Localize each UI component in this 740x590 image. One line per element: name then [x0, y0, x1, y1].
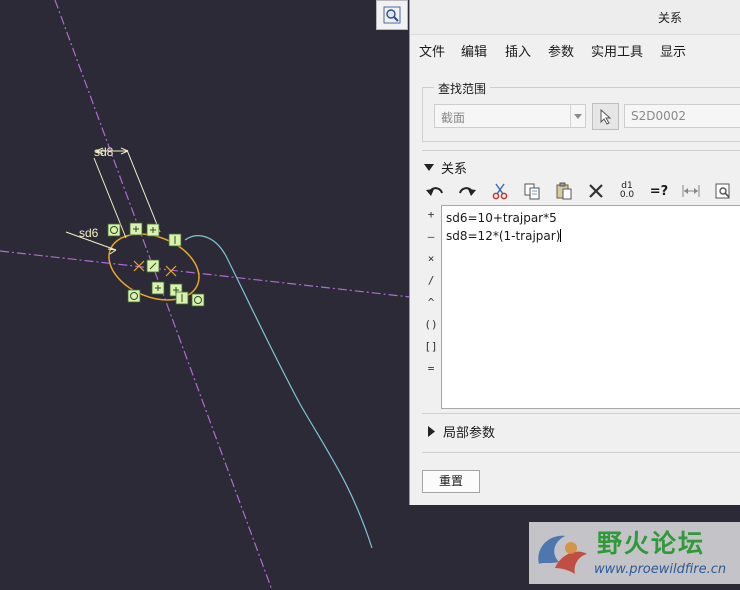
menu-insert[interactable]: 插入	[505, 41, 531, 60]
divider	[422, 413, 740, 414]
menu-utilities[interactable]: 实用工具	[591, 41, 643, 60]
magnifier-icon	[383, 6, 401, 24]
relation-line: sd6=10+trajpar*5	[446, 209, 737, 227]
operator-power[interactable]: ^	[424, 296, 438, 309]
dialog-title: 关系	[658, 11, 683, 25]
copy-icon	[524, 183, 540, 200]
zoom-button[interactable]	[376, 0, 408, 30]
delete-button[interactable]	[585, 180, 607, 202]
relations-section-label: 关系	[441, 162, 468, 177]
operator-minus[interactable]: –	[424, 230, 438, 243]
dimension-sd6-label[interactable]: sd6	[79, 227, 98, 239]
watermark-title: 野火论坛	[597, 529, 706, 558]
divider	[422, 150, 740, 151]
scope-dropdown[interactable]: 截面	[434, 104, 586, 128]
menu-display[interactable]: 显示	[660, 41, 686, 60]
chevron-down-icon	[570, 105, 585, 127]
operator-equals[interactable]: =	[424, 362, 438, 375]
relations-editor[interactable]: sd6=10+trajpar*5 sd8=12*(1-trajpar)	[441, 205, 740, 409]
close-icon	[589, 184, 603, 198]
select-item-button[interactable]	[592, 103, 619, 130]
menu-bar: 文件 编辑 插入 参数 实用工具 显示	[410, 35, 740, 63]
operator-multiply[interactable]: ×	[424, 252, 438, 265]
dialog-titlebar[interactable]: 关系	[410, 0, 740, 35]
operator-plus[interactable]: +	[424, 208, 438, 221]
paste-icon	[556, 182, 572, 200]
switch-dim-bottom-label: 0.0	[619, 190, 635, 200]
switch-dimensions-button[interactable]: d1 0.0	[616, 180, 638, 202]
relations-dialog: 关系 文件 编辑 插入 参数 实用工具 显示 查找范围 截面 S2D0002 关…	[409, 0, 740, 505]
verify-relations-button[interactable]: =?	[648, 180, 670, 202]
evaluate-icon	[715, 183, 730, 199]
undo-icon	[426, 187, 443, 196]
paste-button[interactable]	[553, 180, 575, 202]
cursor-arrow-icon	[600, 108, 611, 125]
centerline-diagonal	[54, 0, 273, 590]
centerline-horizontal	[0, 250, 411, 298]
evaluate-button[interactable]	[712, 180, 734, 202]
watermark-url: www.proewildfire.cn	[594, 562, 727, 577]
relations-section-header[interactable]: 关系	[424, 158, 467, 177]
menu-file[interactable]: 文件	[419, 41, 445, 60]
menu-edit[interactable]: 编辑	[461, 41, 487, 60]
local-params-section-label: 局部参数	[443, 426, 496, 441]
relation-line: sd8=12*(1-trajpar)	[446, 227, 737, 245]
operator-parentheses[interactable]: ()	[424, 318, 438, 331]
menu-parameters[interactable]: 参数	[548, 41, 574, 60]
copy-button[interactable]	[521, 180, 543, 202]
triangle-down-icon	[424, 163, 434, 171]
redo-button[interactable]	[456, 180, 478, 202]
lookup-label: 查找范围	[434, 80, 491, 97]
flame-logo-icon	[538, 535, 587, 574]
relation-text: sd8=12*(1-trajpar)	[446, 229, 561, 243]
relation-text: sd6=10+trajpar*5	[446, 211, 557, 225]
divider	[422, 452, 740, 453]
dimension-sd8-label[interactable]: sd8	[94, 146, 113, 158]
sort-relations-button[interactable]	[680, 180, 702, 202]
scissors-icon	[492, 183, 508, 200]
operator-brackets[interactable]: []	[424, 340, 438, 353]
operator-divide[interactable]: /	[424, 274, 438, 287]
dimension-icon	[682, 185, 700, 197]
reset-button[interactable]: 重置	[422, 470, 480, 493]
redo-icon	[459, 187, 476, 196]
forum-watermark: 野火论坛 www.proewildfire.cn	[529, 522, 740, 584]
scope-value: 截面	[441, 111, 466, 125]
undo-button[interactable]	[424, 180, 446, 202]
cut-button[interactable]	[489, 180, 511, 202]
text-caret	[560, 229, 562, 242]
triangle-right-icon	[428, 426, 435, 437]
selected-section-field[interactable]: S2D0002	[624, 104, 740, 128]
local-params-section-header[interactable]: 局部参数	[428, 422, 495, 441]
verify-relations-label: =?	[649, 183, 669, 199]
